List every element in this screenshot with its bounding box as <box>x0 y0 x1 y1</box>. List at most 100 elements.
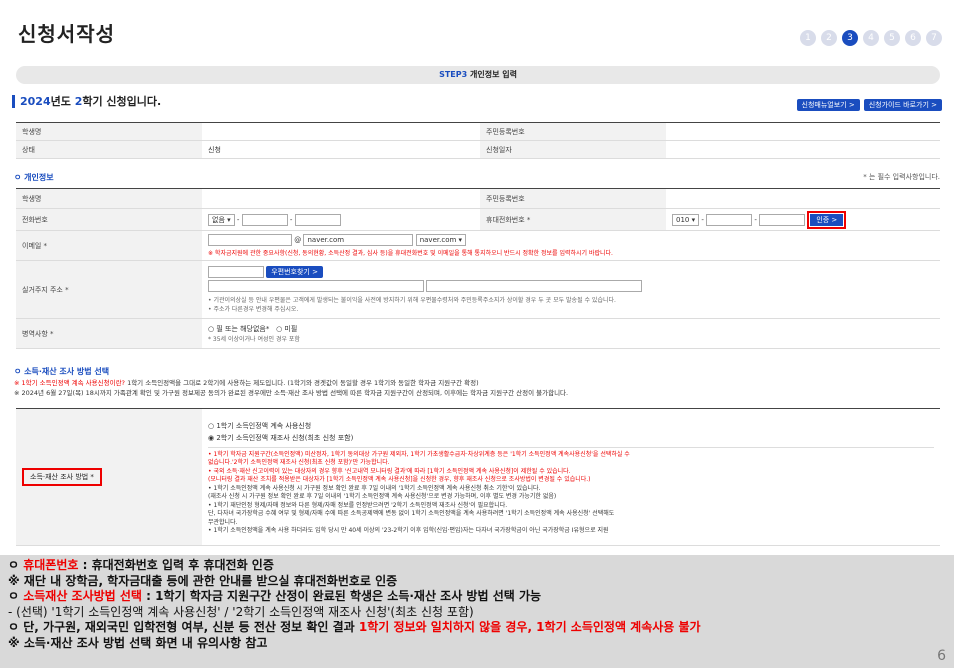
step-6: 6 <box>905 30 921 46</box>
step-banner-text: 개인정보 입력 <box>469 70 517 79</box>
zipcode-search-button[interactable]: 우편번호찾기 > <box>266 266 323 278</box>
summary-line-1b: 휴대폰번호 <box>23 558 79 572</box>
page-number: 6 <box>937 647 946 664</box>
auth-button[interactable]: 인증 > <box>810 213 844 226</box>
cell-value <box>202 122 480 141</box>
step-2: 2 <box>821 30 837 46</box>
page-title: 신청서작성 <box>18 22 115 46</box>
cell-label: 상태 <box>16 140 202 159</box>
mobile-mid-input[interactable] <box>706 213 753 226</box>
name-value <box>202 188 480 209</box>
mobile-last-input[interactable] <box>759 213 806 226</box>
table-row: 학생명 주민등록번호 <box>16 122 940 141</box>
phone-mid-input[interactable] <box>241 213 288 226</box>
military-cell: ○ 필 또는 해당없음* ○ 미필 * 35세 이상이거나 여성인 경우 포함 <box>202 318 940 349</box>
summary-line-1c: : 휴대전화번호 입력 후 휴대전화 인증 <box>78 558 274 572</box>
radio-selected-icon: ◉ <box>208 433 215 442</box>
radio-military-not[interactable]: ○ <box>276 325 282 333</box>
manual-button[interactable]: 신청매뉴얼보기 > <box>796 99 860 111</box>
mobile-prefix-select[interactable]: 010 ▾ <box>672 213 700 226</box>
phone-last-input[interactable] <box>294 213 341 226</box>
chevron-down-icon: ▾ <box>227 215 231 224</box>
summary-line-4: - (선택) '1학기 소득인정액 계속 사용신청' / '2학기 소득인정액 … <box>8 604 474 619</box>
required-note: * 는 필수 입력사항입니다. <box>863 173 940 181</box>
chevron-down-icon: ▾ <box>458 236 463 244</box>
method-note: • 1학기 학자금 지원구간(소득인정액) 미산정자, 1학기 동의대상 가구원… <box>208 450 630 458</box>
email-cell: @ naver.com naver.com ▾ ※ 학자금지원에 관한 중요사항… <box>202 230 940 261</box>
step-4: 4 <box>863 30 879 46</box>
header-table: 학생명 주민등록번호 상태 신청 신청일자 <box>16 122 940 159</box>
email-domain-select[interactable]: naver.com ▾ <box>415 234 467 246</box>
summary-line-3b: 소득재산 조사방법 선택 <box>23 589 142 603</box>
step-indicator: 1 2 3 4 5 6 7 <box>800 30 942 46</box>
summary-line-1a: ㅇ <box>8 558 24 572</box>
table-row: 이메일 * @ naver.com naver.com ▾ ※ 학자금지원에 관… <box>16 230 940 261</box>
email-at-sign: @ <box>294 236 302 244</box>
cell-label: 학생명 <box>16 122 202 141</box>
method-opt2-text: 2학기 소득인정액 재조사 신청(최초 신청 포함) <box>216 433 354 442</box>
semester-rest: 학기 신청입니다. <box>82 95 162 108</box>
address-note-1: • 기관이의상실 등 안내 우편물은 고객에게 발생되는 불이익을 사전에 방지… <box>208 297 616 304</box>
table-row: 상태 신청 신청일자 <box>16 140 940 159</box>
step-1: 1 <box>800 30 816 46</box>
method-label-cell: 소득·재산 조사 방법 * <box>16 408 202 546</box>
address1-input[interactable] <box>208 280 424 292</box>
ssn-label: 주민등록번호 <box>480 188 666 209</box>
name-label: 학생명 <box>16 188 202 209</box>
summary-line-6: ※ 소득·재산 조사 방법 선택 화면 내 유의사항 참고 <box>8 635 268 650</box>
address-note-2: • 주소가 다른경우 변경해 주십시오. <box>208 306 299 313</box>
summary-line-3a: ㅇ <box>8 589 24 603</box>
method-note: (재조사 신청 시 가구원 정보 확인 완료 후 7일 이내의 '1학기 소득인… <box>208 493 557 500</box>
income-method-notes: ※ 1학기 소득인정액 계속 사용신청이란? 1학기 소득인정액을 그대로 2학… <box>14 377 944 397</box>
semester-heading: 2024년도 2학기 신청입니다. <box>12 95 161 108</box>
personal-info-heading: ㅇ 개인정보 <box>14 173 54 182</box>
step-7: 7 <box>926 30 942 46</box>
table-row: 학생명 주민등록번호 <box>16 188 940 209</box>
method-note: • 1학기 소득인정액 계속 사용신청 시 가구원 정보 확인 완료 후 7일 … <box>208 484 541 492</box>
note-b: ※ 2024년 6월 27일(목) 18시까지 가족관계 확인 및 가구원 정보… <box>14 389 569 397</box>
address-cell: 우편번호찾기 > • 기관이의상실 등 안내 우편물은 고객에게 발생되는 불이… <box>202 260 940 319</box>
method-option-1[interactable]: ○ 1학기 소득인정액 계속 사용신청 <box>208 421 934 431</box>
note-a-red: ※ 1학기 소득인정액 계속 사용신청이란? <box>14 379 125 387</box>
email-domain-input[interactable]: naver.com <box>303 234 414 246</box>
military-label: 병역사항 * <box>16 318 202 349</box>
table-row: 실거주지 주소 * 우편번호찾기 > • 기관이의상실 등 안내 우편물은 고객… <box>16 260 940 319</box>
address2-input[interactable] <box>426 280 643 292</box>
method-table: 소득·재산 조사 방법 * ○ 1학기 소득인정액 계속 사용신청 ◉ 2학기 … <box>16 408 940 546</box>
step-banner-label: STEP3 <box>439 70 468 79</box>
step-3-active: 3 <box>842 30 858 46</box>
chevron-down-icon: ▾ <box>691 215 696 224</box>
email-id-input[interactable] <box>208 234 292 246</box>
table-row: 병역사항 * ○ 필 또는 해당없음* ○ 미필 * 35세 이상이거나 여성인… <box>16 318 940 349</box>
cell-value <box>666 140 940 159</box>
table-row: 소득·재산 조사 방법 * ○ 1학기 소득인정액 계속 사용신청 ◉ 2학기 … <box>16 408 940 546</box>
method-note: • 국외 소득·재산 신고이력이 있는 대상자의 경우 향후 '신고내역 모니터… <box>208 467 571 475</box>
email-label: 이메일 * <box>16 230 202 261</box>
summary-panel: ㅇ 휴대폰번호 : 휴대전화번호 입력 후 휴대전화 인증 ※ 재단 내 장학금… <box>0 555 954 668</box>
phone-cell: 없음 ▾ - - <box>202 208 480 231</box>
summary-line-5b: 1학기 정보와 일치하지 않을 경우, 1학기 소득인정액 계속사용 불가 <box>358 620 701 634</box>
method-note: • 1학기 소득인정액을 계속 사용 하더라도 입학 당시 만 40세 이상의 … <box>208 527 609 534</box>
military-opt2: 미필 <box>284 325 298 333</box>
phone-area-select[interactable]: 없음 ▾ <box>208 213 235 226</box>
zipcode-input[interactable] <box>208 266 264 278</box>
semester-year: 2024 <box>20 95 51 108</box>
step-banner: STEP3 개인정보 입력 <box>16 66 940 84</box>
radio-military-done[interactable]: ○ <box>208 325 214 333</box>
email-domain-select-value: naver.com <box>419 236 457 244</box>
income-method-heading: ㅇ 소득·재산 조사 방법 선택 <box>14 367 110 376</box>
cell-label: 신청일자 <box>480 140 666 159</box>
method-note: • 1학기 재단인정 형제/자매 정보와 다른 형제/자매 정보를 인정받으려면… <box>208 501 508 509</box>
method-note: (모니터링 결과 재산 조치를 적용받은 대상자가 [1학기 소득인정액 계속 … <box>208 476 591 483</box>
method-options-cell: ○ 1학기 소득인정액 계속 사용신청 ◉ 2학기 소득인정액 재조사 신청(최… <box>202 408 940 546</box>
summary-line-2: ※ 재단 내 장학금, 학자금대출 등에 관한 안내를 받으실 휴대전화번호로 … <box>8 573 398 588</box>
method-option-2[interactable]: ◉ 2학기 소득인정액 재조사 신청(최초 신청 포함) <box>208 433 934 443</box>
method-note: 단, 다자녀 국가장학금 수혜 여부 및 형제/자매 수에 따른 소득공제액에 … <box>208 510 615 517</box>
mobile-label: 휴대전화번호 * <box>480 208 666 231</box>
guide-button[interactable]: 신청가이드 바로가기 > <box>863 99 942 111</box>
mobile-cell: 010 ▾ - - 인증 > <box>666 208 940 231</box>
cell-label: 주민등록번호 <box>480 122 666 141</box>
summary-line-5a: ㅇ 단, 가구원, 재외국민 입학전형 여부, 신분 등 전산 정보 확인 결과 <box>8 620 359 634</box>
phone-label: 전화번호 <box>16 208 202 231</box>
cell-value <box>666 122 940 141</box>
